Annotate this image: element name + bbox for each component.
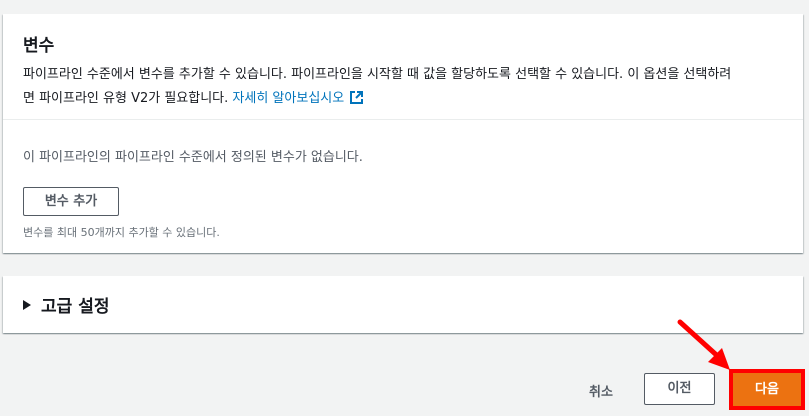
next-button[interactable]: 다음	[733, 373, 801, 406]
advanced-settings-title: 고급 설정	[41, 297, 110, 317]
learn-more-link[interactable]: 자세히 알아보십시오	[232, 91, 364, 106]
previous-button[interactable]: 이전	[644, 373, 715, 405]
variables-description: 파이프라인 수준에서 변수를 추가할 수 있습니다. 파이프라인을 시작할 때 …	[23, 63, 783, 113]
variables-card-header: 변수 파이프라인 수준에서 변수를 추가할 수 있습니다. 파이프라인을 시작할…	[3, 14, 803, 120]
caret-right-icon	[23, 299, 31, 310]
external-link-icon	[350, 89, 364, 113]
variables-description-line1: 파이프라인 수준에서 변수를 추가할 수 있습니다. 파이프라인을 시작할 때 …	[23, 67, 732, 82]
empty-variables-message: 이 파이프라인의 파이프라인 수준에서 정의된 변수가 없습니다.	[23, 150, 363, 165]
variables-card: 변수 파이프라인 수준에서 변수를 추가할 수 있습니다. 파이프라인을 시작할…	[3, 14, 803, 253]
variables-title: 변수	[23, 36, 55, 56]
learn-more-label: 자세히 알아보십시오	[232, 91, 345, 106]
variable-limit-hint: 변수를 최대 50개까지 추가할 수 있습니다.	[23, 226, 220, 239]
cancel-button[interactable]: 취소	[589, 381, 613, 400]
next-button-highlight: 다음	[729, 369, 805, 410]
annotation-arrow-icon	[677, 319, 730, 370]
variables-description-line2: 면 파이프라인 유형 V2가 필요합니다.	[23, 91, 229, 106]
add-variable-button[interactable]: 변수 추가	[23, 187, 119, 216]
variables-card-body: 이 파이프라인의 파이프라인 수준에서 정의된 변수가 없습니다. 변수 추가 …	[3, 120, 803, 240]
